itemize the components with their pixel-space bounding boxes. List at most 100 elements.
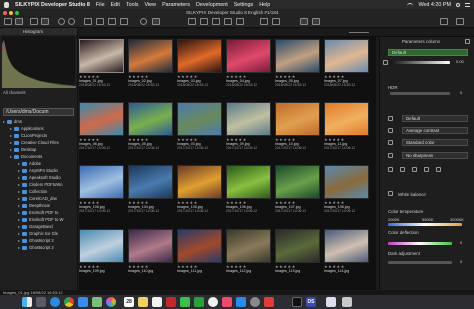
thumbnail-image[interactable] — [226, 229, 271, 263]
disclosure-triangle-icon[interactable] — [10, 148, 12, 151]
terminal-icon[interactable] — [292, 297, 302, 307]
magnet-icon[interactable] — [264, 297, 274, 307]
music-icon[interactable] — [222, 297, 232, 307]
view-list-icon[interactable] — [120, 18, 128, 25]
red-eye-icon[interactable] — [224, 18, 232, 25]
thumbnail-image[interactable] — [128, 229, 173, 263]
channels-selector[interactable]: All channels — [0, 89, 77, 96]
view-compare-icon[interactable] — [108, 18, 116, 25]
crop-icon[interactable] — [188, 18, 196, 25]
disclosure-triangle-icon[interactable] — [10, 127, 12, 130]
panel-pin-icon[interactable] — [465, 39, 470, 44]
apple-icon[interactable] — [4, 1, 9, 8]
calendar-icon[interactable]: 28 — [124, 297, 134, 307]
thumbnail-image[interactable] — [275, 229, 320, 263]
system-preferences-icon[interactable] — [250, 297, 260, 307]
minimize-window-button[interactable] — [9, 11, 13, 15]
reminders-icon[interactable] — [152, 297, 162, 307]
downloads-icon[interactable] — [326, 297, 336, 307]
folder-tree-item[interactable]: Enolsoft PDF to — [0, 209, 77, 216]
save-icon[interactable] — [15, 18, 23, 25]
search-icon[interactable] — [456, 2, 460, 7]
zoom-window-button[interactable] — [15, 11, 19, 15]
disclosure-triangle-icon[interactable] — [18, 190, 20, 193]
folder-path-field[interactable]: /Users/dms/Docum — [3, 108, 74, 116]
facetime-icon[interactable] — [194, 297, 204, 307]
photo-booth-icon[interactable] — [166, 297, 176, 307]
launchpad-icon[interactable] — [36, 297, 46, 307]
close-window-button[interactable] — [3, 11, 7, 15]
exposure-slider[interactable] — [390, 61, 450, 64]
thumbnail-image[interactable] — [324, 102, 369, 136]
open-folder-icon[interactable] — [4, 18, 12, 25]
fit-icon[interactable] — [152, 18, 160, 25]
grid-view-icon[interactable] — [260, 18, 268, 25]
menu-file[interactable]: File — [96, 2, 105, 8]
folder-tree-item[interactable]: Applications — [0, 125, 77, 132]
disclosure-triangle-icon[interactable] — [10, 134, 12, 137]
mail-icon[interactable] — [78, 297, 88, 307]
menu-list-icon[interactable] — [465, 2, 470, 7]
app-menu[interactable]: SILKYPIX Developer Studio 8 — [15, 2, 90, 8]
folder-tree-item[interactable]: Ghostscript 2 — [0, 237, 77, 244]
menu-edit[interactable]: Edit — [111, 2, 120, 8]
settings-icon[interactable] — [440, 18, 448, 25]
disclosure-triangle-icon[interactable] — [18, 204, 20, 207]
thumbnail-image[interactable] — [79, 102, 124, 136]
disclosure-triangle-icon[interactable] — [18, 211, 20, 214]
color-deflection-slider[interactable] — [388, 242, 452, 245]
notes-icon[interactable] — [138, 297, 148, 307]
folder-tree-item[interactable]: Creative Cloud Files — [0, 139, 77, 146]
thumbnail-image[interactable] — [79, 39, 124, 73]
disclosure-triangle-icon[interactable] — [18, 169, 20, 172]
thumbnail-image[interactable] — [177, 229, 222, 263]
disclosure-triangle-icon[interactable] — [18, 162, 20, 165]
wifi-icon[interactable] — [407, 2, 414, 7]
batch-icon[interactable] — [41, 18, 49, 25]
dark-adjustment-slider[interactable] — [388, 261, 452, 264]
spot-icon[interactable] — [212, 18, 220, 25]
tool-icon-2[interactable] — [400, 167, 405, 172]
menu-settings[interactable]: Settings — [234, 2, 253, 8]
disclosure-triangle-icon[interactable] — [3, 120, 5, 123]
thumbnail-image[interactable] — [275, 102, 320, 136]
trash-icon[interactable] — [342, 297, 352, 307]
sharpness-dropdown[interactable]: No sharpness — [402, 152, 468, 159]
help-icon[interactable] — [456, 18, 464, 25]
color-temperature-slider[interactable] — [388, 223, 462, 226]
folder-tree-item[interactable]: Graphic Ice Gle — [0, 230, 77, 237]
thumbnail-size-slider[interactable] — [349, 32, 369, 33]
folder-tree-item[interactable]: AnyMP4 Studio — [0, 167, 77, 174]
white-balance-label[interactable]: White balance — [398, 192, 426, 197]
thumbnail-image[interactable] — [177, 102, 222, 136]
tool-icon-1[interactable] — [388, 167, 393, 172]
disclosure-triangle-icon[interactable] — [18, 197, 20, 200]
histogram-header[interactable]: Histogram — [0, 28, 77, 35]
clock[interactable]: Wed 4:20 PM — [418, 2, 451, 8]
partial-correction-icon[interactable] — [236, 18, 244, 25]
develop-icon[interactable] — [30, 18, 38, 25]
menu-tools[interactable]: Tools — [126, 2, 139, 8]
contrast-dropdown[interactable]: Average contrast — [402, 127, 468, 134]
disclosure-triangle-icon[interactable] — [10, 141, 12, 144]
menu-view[interactable]: View — [144, 2, 156, 8]
folder-tree-item[interactable]: Enolsoft PDF to W — [0, 216, 77, 223]
disclosure-triangle-icon[interactable] — [18, 225, 20, 228]
thumbnail-image[interactable] — [324, 39, 369, 73]
silkypix-icon[interactable]: DS — [306, 297, 316, 307]
folder-tree-item[interactable]: Desktop — [0, 146, 77, 153]
preview-icon[interactable] — [272, 18, 280, 25]
rotate-right-icon[interactable] — [68, 18, 75, 25]
thumbnail-image[interactable] — [177, 165, 222, 199]
thumbnail-image[interactable] — [324, 229, 369, 263]
thumbnail-image[interactable] — [226, 102, 271, 136]
thumbnail-image[interactable] — [324, 165, 369, 199]
thumbnail-image[interactable] — [79, 165, 124, 199]
view-grid-icon[interactable] — [96, 18, 104, 25]
thumbnail-image[interactable] — [79, 229, 124, 263]
view-single-icon[interactable] — [84, 18, 92, 25]
sort-icon[interactable] — [312, 18, 320, 25]
messages-icon[interactable] — [180, 297, 190, 307]
photos-icon[interactable] — [106, 297, 116, 307]
appstore-icon[interactable] — [236, 297, 246, 307]
